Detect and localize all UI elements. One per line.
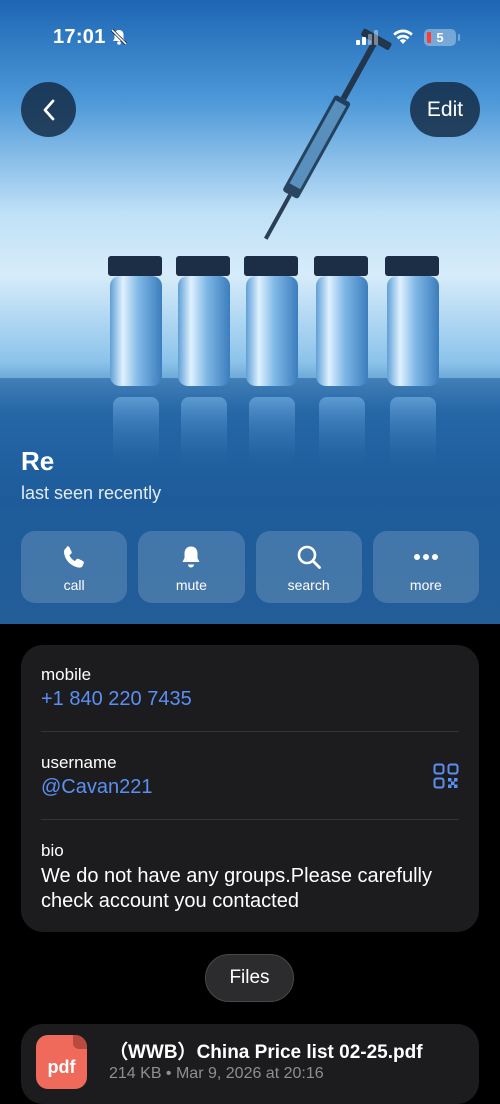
chevron-left-icon <box>43 99 54 120</box>
divider <box>41 731 459 732</box>
search-icon <box>297 545 321 569</box>
bio-text: We do not have any groups.Please careful… <box>41 865 432 912</box>
status-time: 17:01 <box>53 26 106 48</box>
action-bar: call mute search more <box>21 531 479 603</box>
battery-icon: 5 <box>424 29 456 46</box>
phone-icon <box>64 546 85 568</box>
mute-button[interactable]: mute <box>138 531 245 603</box>
back-button[interactable] <box>21 82 76 137</box>
search-label: search <box>287 577 330 593</box>
mobile-number[interactable]: +1 840 220 7435 <box>41 688 192 711</box>
tab-files[interactable]: Files <box>205 954 294 1002</box>
search-button[interactable]: search <box>255 531 362 603</box>
divider <box>41 819 459 820</box>
contact-info-card: mobile +1 840 220 7435 username @Cavan22… <box>21 645 479 932</box>
contact-name: Re <box>21 446 55 476</box>
silent-bell-icon <box>110 28 128 51</box>
username-value[interactable]: @Cavan221 <box>41 776 152 799</box>
more-icon <box>413 554 438 560</box>
edit-button[interactable]: Edit <box>410 82 480 137</box>
profile-header: 17:01 5 Edit Re last seen recently call … <box>0 0 500 624</box>
vial-1-icon <box>108 256 162 467</box>
vial-4-icon <box>314 256 368 467</box>
bio-label: bio <box>41 841 64 860</box>
wifi-icon <box>392 27 414 50</box>
mobile-label: mobile <box>41 665 92 684</box>
more-button[interactable]: more <box>372 531 479 603</box>
username-label: username <box>41 753 117 772</box>
vial-5-icon <box>385 256 439 467</box>
file-list-item[interactable]: pdf （WWB）China Price list 02-25.pdf 214 … <box>21 1024 479 1104</box>
vial-2-icon <box>176 256 230 467</box>
battery-tip <box>458 34 460 41</box>
call-label: call <box>63 577 85 593</box>
pdf-file-icon: pdf <box>36 1035 87 1089</box>
call-button[interactable]: call <box>21 531 128 603</box>
last-seen-status: last seen recently <box>21 483 162 503</box>
vial-3-icon <box>244 256 298 467</box>
qr-code-icon[interactable] <box>433 763 459 789</box>
file-name: （WWB）China Price list 02-25.pdf <box>109 1042 423 1063</box>
bell-icon <box>182 546 200 568</box>
cellular-signal-icon <box>356 30 378 50</box>
more-label: more <box>409 577 442 593</box>
mute-label: mute <box>175 577 207 593</box>
file-meta: 214 KB • Mar 9, 2026 at 20:16 <box>109 1065 324 1082</box>
status-bar: 17:01 5 <box>0 0 500 72</box>
